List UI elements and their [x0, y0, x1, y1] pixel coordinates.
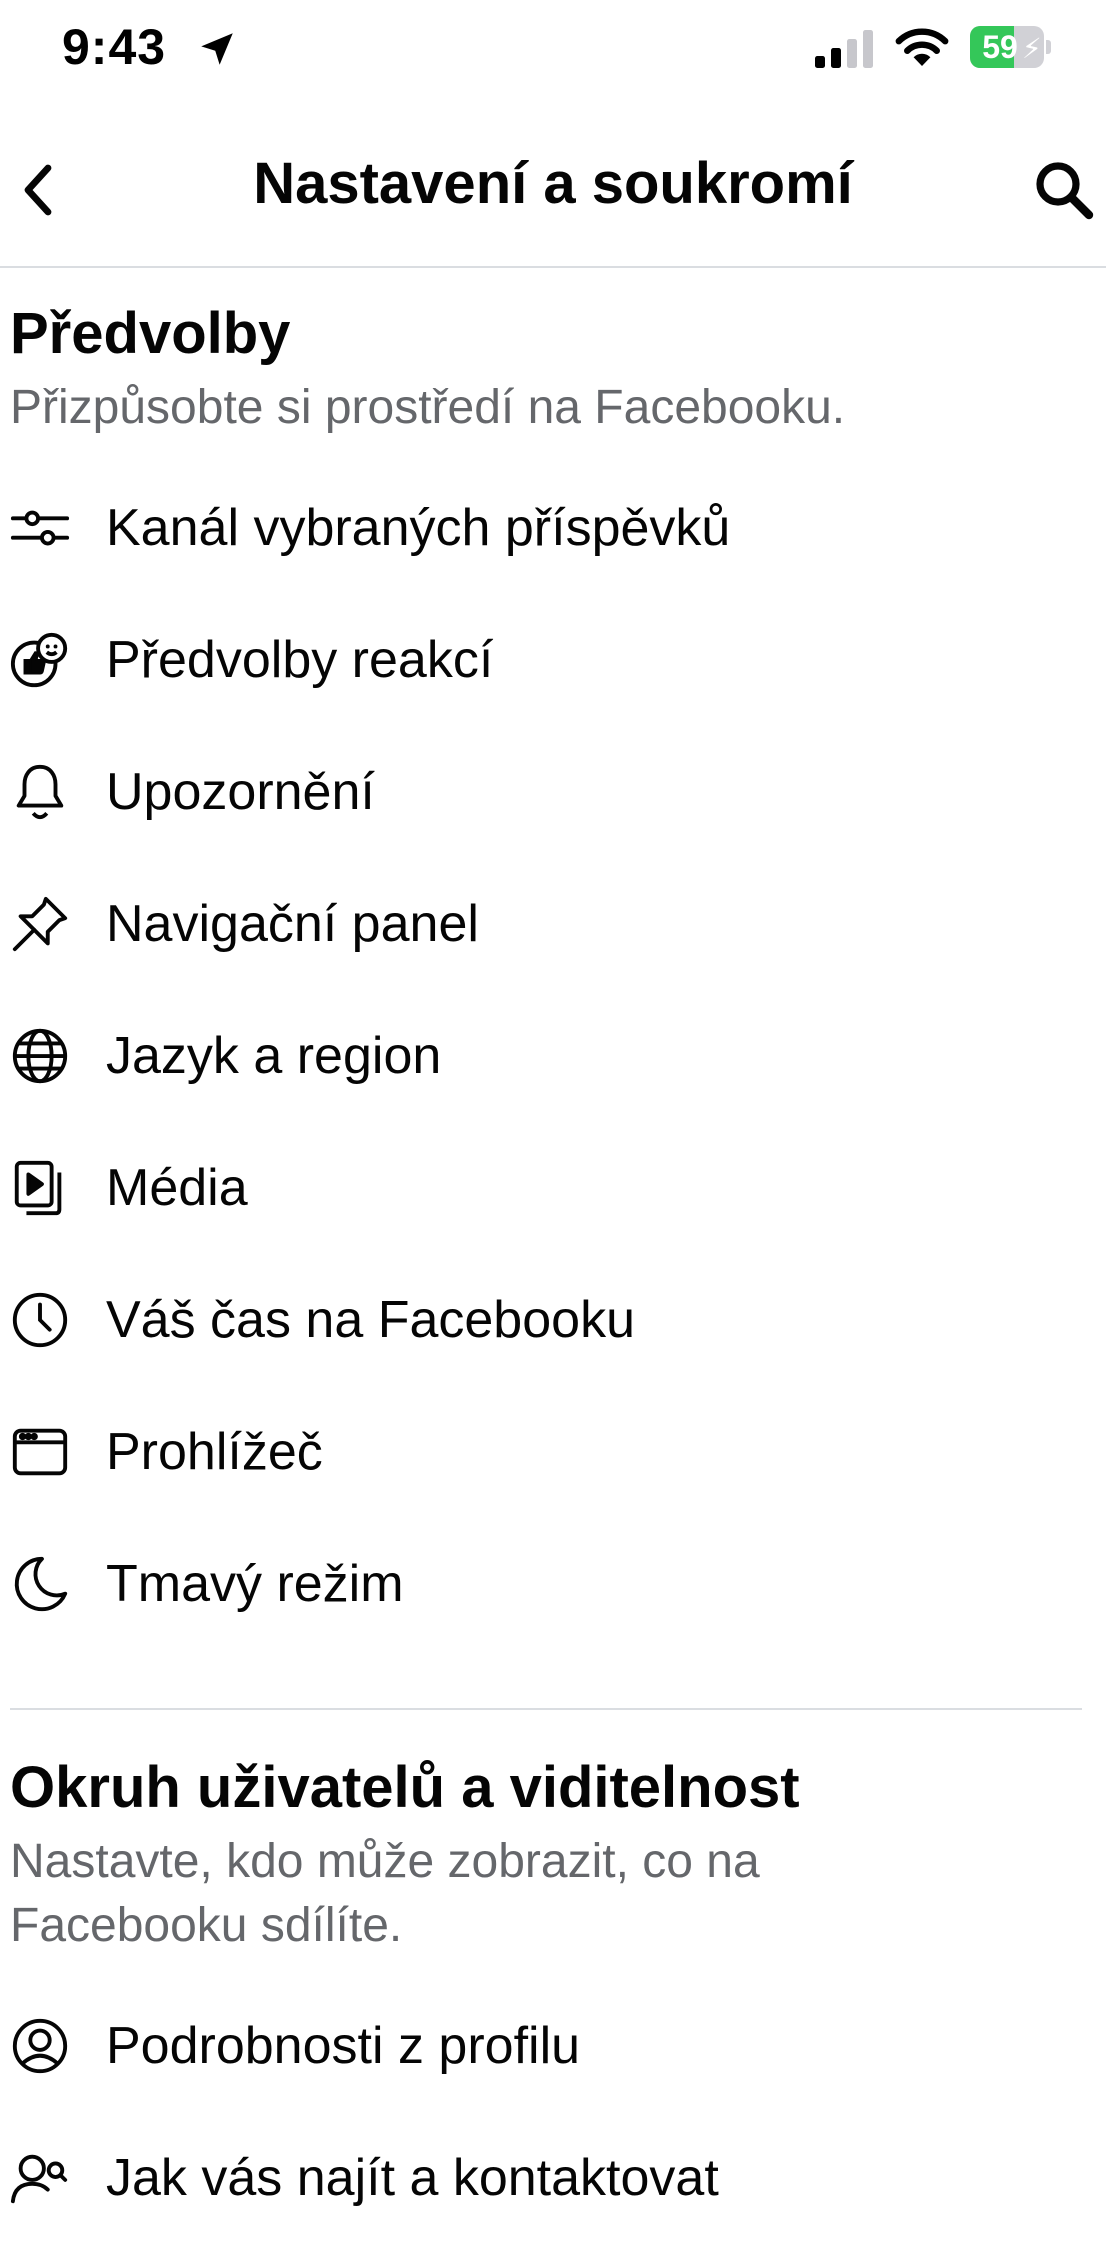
battery-percent: 59	[982, 29, 1018, 65]
location-arrow-icon	[201, 33, 233, 65]
menu-item-label: Podrobnosti z profilu	[106, 2017, 581, 2075]
menu-item-label: Předvolby reakcí	[106, 631, 494, 689]
menu-item-navigation[interactable]: Navigační panel	[0, 858, 1106, 990]
pin-icon	[8, 892, 72, 956]
battery-body: 59 ⚡	[970, 26, 1044, 68]
section-divider	[10, 1708, 1082, 1710]
menu-item-dark-mode[interactable]: Tmavý režim	[0, 1518, 1106, 1650]
menu-item-reactions[interactable]: Předvolby reakcí	[0, 594, 1106, 726]
section-title: Předvolby	[10, 301, 291, 366]
menu-item-notifications[interactable]: Upozornění	[0, 726, 1106, 858]
section-title: Okruh uživatelů a viditelnost	[10, 1755, 800, 1820]
menu-item-find-contact[interactable]: Jak vás najít a kontaktovat	[0, 2112, 1106, 2244]
reactions-icon	[8, 628, 72, 692]
menu-item-feed[interactable]: Kanál vybraných příspěvků	[0, 462, 1106, 594]
media-icon	[8, 1156, 72, 1220]
menu-item-label: Tmavý režim	[106, 1555, 404, 1613]
clock-icon	[8, 1288, 72, 1352]
header: Nastavení a soukromí	[0, 110, 1106, 268]
battery-cap	[1046, 40, 1051, 54]
bell-icon	[8, 760, 72, 824]
section-subtitle: Přizpůsobte si prostředí na Facebooku.	[10, 381, 846, 434]
bolt-icon: ⚡	[1022, 33, 1042, 64]
menu-item-profile-details[interactable]: Podrobnosti z profilu	[0, 1980, 1106, 2112]
globe-icon	[8, 1024, 72, 1088]
menu-item-label: Média	[106, 1159, 248, 1217]
status-time: 9:43	[62, 19, 167, 75]
find-contact-icon	[8, 2146, 72, 2210]
menu-item-language[interactable]: Jazyk a region	[0, 990, 1106, 1122]
battery-charging-icon: 59 ⚡	[970, 26, 1052, 68]
menu-item-label: Prohlížeč	[106, 1423, 323, 1481]
status-bar: 9:43 59 ⚡	[0, 0, 1106, 100]
browser-icon	[8, 1420, 72, 1484]
menu-item-label: Váš čas na Facebooku	[106, 1291, 635, 1349]
moon-icon	[8, 1552, 72, 1616]
search-button[interactable]	[1028, 154, 1100, 226]
profile-icon	[8, 2014, 72, 2078]
menu-item-label: Upozornění	[106, 763, 375, 821]
wifi-icon	[895, 28, 949, 66]
search-icon	[1036, 162, 1094, 220]
menu-item-time[interactable]: Váš čas na Facebooku	[0, 1254, 1106, 1386]
page-title: Nastavení a soukromí	[253, 151, 853, 216]
menu-item-browser[interactable]: Prohlížeč	[0, 1386, 1106, 1518]
cellular-signal-icon	[815, 30, 873, 68]
menu-item-label: Jak vás najít a kontaktovat	[106, 2149, 719, 2207]
menu-item-label: Jazyk a region	[106, 1027, 442, 1085]
section-subtitle: Nastavte, kdo může zobrazit, co na Faceb…	[10, 1835, 760, 1952]
sliders-icon	[8, 496, 72, 560]
menu-item-label: Navigační panel	[106, 895, 479, 953]
menu-item-label: Kanál vybraných příspěvků	[106, 499, 731, 557]
menu-item-media[interactable]: Média	[0, 1122, 1106, 1254]
